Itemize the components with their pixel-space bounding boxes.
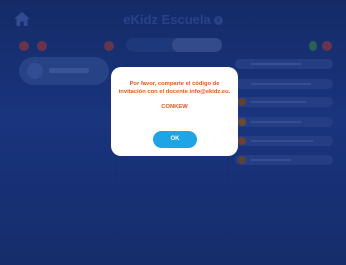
ok-button[interactable]: OK bbox=[153, 131, 197, 148]
app-screen: eKidz Escuela i Por favor, comparte el c… bbox=[0, 0, 346, 265]
invitation-code: CONKEW bbox=[161, 104, 188, 110]
invitation-dialog: Por favor, comparte el código de invitac… bbox=[111, 67, 238, 156]
dialog-message: Por favor, comparte el código de invitac… bbox=[118, 81, 231, 95]
